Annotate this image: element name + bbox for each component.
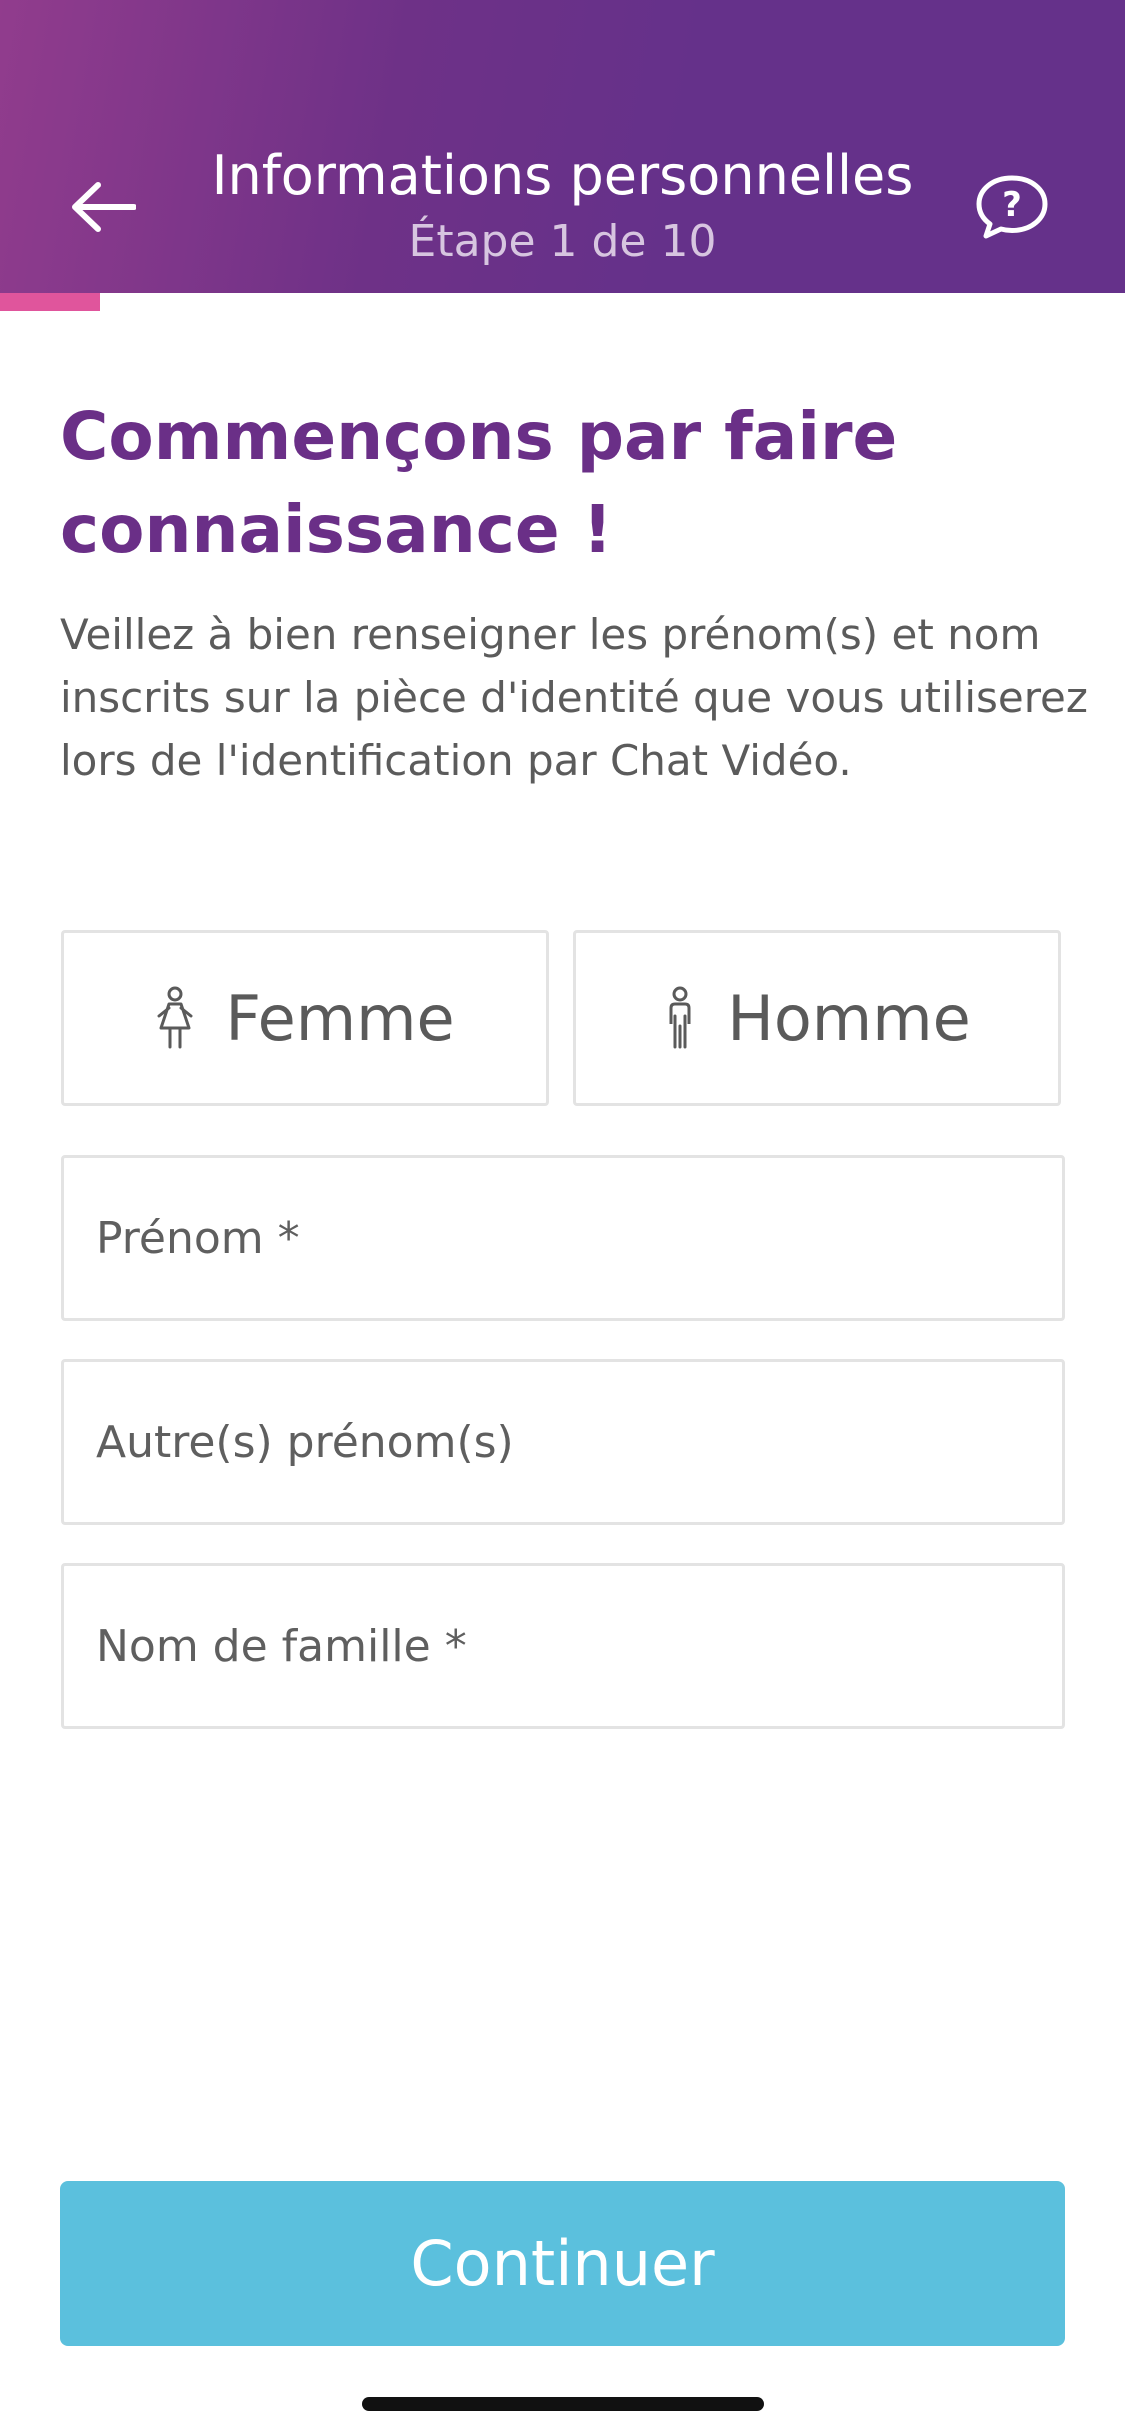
back-button[interactable] — [66, 170, 140, 244]
gender-female-label: Femme — [225, 981, 455, 1055]
continue-button[interactable]: Continuer — [60, 2181, 1065, 2346]
gender-male-button[interactable]: Homme — [573, 930, 1061, 1106]
gender-female-button[interactable]: Femme — [61, 930, 549, 1106]
app-header: Informations personnelles Étape 1 de 10 … — [0, 0, 1125, 293]
first-name-field[interactable] — [61, 1155, 1065, 1321]
gender-male-label: Homme — [727, 981, 971, 1055]
progress-fill — [0, 293, 100, 311]
progress-bar — [0, 293, 1125, 311]
page-heading: Commençons par faire connaissance ! — [60, 398, 898, 568]
help-button[interactable]: ? — [972, 167, 1052, 247]
last-name-field[interactable] — [61, 1563, 1065, 1729]
male-person-icon — [663, 986, 697, 1050]
other-names-input[interactable] — [94, 1415, 1062, 1469]
first-name-input[interactable] — [94, 1211, 1062, 1265]
arrow-left-icon — [72, 182, 136, 232]
female-person-icon — [155, 986, 195, 1050]
svg-text:?: ? — [1002, 185, 1022, 225]
intro-text: Veillez à bien renseigner les prénom(s) … — [60, 610, 1088, 785]
step-indicator: Étape 1 de 10 — [408, 216, 717, 267]
last-name-input[interactable] — [94, 1619, 1062, 1673]
header-title: Informations personnelles — [211, 144, 914, 207]
other-names-field[interactable] — [61, 1359, 1065, 1525]
help-chat-bubble-icon: ? — [976, 175, 1048, 239]
home-indicator — [362, 2397, 764, 2411]
